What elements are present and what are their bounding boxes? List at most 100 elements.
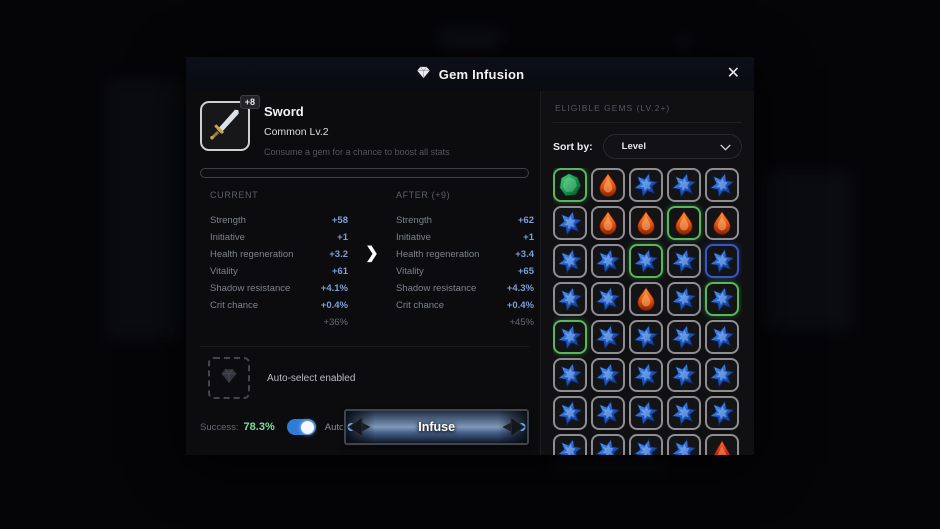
green-gem-slot[interactable] — [553, 168, 587, 202]
infuse-button[interactable]: Infuse — [344, 409, 529, 445]
item-description: Consume a gem for a chance to boost all … — [264, 147, 450, 157]
orange-gem-slot[interactable] — [591, 206, 625, 240]
blue-gem-slot[interactable] — [553, 244, 587, 278]
orange-gem-slot[interactable] — [629, 282, 663, 316]
auto-toggle[interactable] — [287, 419, 316, 435]
sword-icon — [206, 105, 244, 148]
item-icon: +8 — [200, 101, 250, 151]
stat-label: Vitality — [210, 266, 238, 277]
sort-by-label: Sort by: — [553, 141, 593, 153]
blue-gem-slot[interactable] — [705, 168, 739, 202]
stat-value: +0.4% — [507, 300, 534, 311]
stat-row: Strength+62 — [396, 212, 534, 229]
blue-gem-slot[interactable] — [629, 396, 663, 430]
stats-after-rows: Strength+62Initiative+1Health regenerati… — [396, 212, 534, 314]
stats-current-header: CURRENT — [210, 190, 348, 200]
blue-gem-slot[interactable] — [553, 282, 587, 316]
blue-gem-slot[interactable] — [591, 282, 625, 316]
item-info: Sword Common Lv.2 Consume a gem for a ch… — [264, 101, 450, 157]
item-rarity: Common Lv.2 — [264, 126, 450, 138]
stats-current-total: +36% — [210, 317, 348, 334]
button-ornament-right — [496, 415, 526, 439]
gem-placeholder-icon — [220, 367, 238, 390]
stat-label: Initiative — [210, 232, 245, 243]
blue-gem-slot[interactable] — [705, 282, 739, 316]
blue-gem-slot[interactable] — [667, 434, 701, 455]
item-header: +8 Sword Common Lv.2 Consume a gem for a… — [200, 101, 534, 157]
dialog-title: Gem Infusion — [416, 65, 524, 83]
blue-gem-slot[interactable] — [667, 282, 701, 316]
item-name: Sword — [264, 104, 450, 119]
enhancement-progress-bar — [200, 168, 529, 178]
stat-row: Health regeneration +3.4 — [396, 246, 534, 263]
stat-label: Crit chance — [396, 300, 444, 311]
orange-gem-slot[interactable] — [591, 168, 625, 202]
orange-gem-slot[interactable] — [667, 206, 701, 240]
stat-row: Strength+58 — [210, 212, 348, 229]
blue-gem-slot[interactable] — [667, 396, 701, 430]
stat-label: Health regeneration — [210, 249, 293, 260]
blue-gem-slot[interactable] — [667, 244, 701, 278]
chevron-down-icon — [720, 139, 731, 154]
stat-value: +0.4% — [321, 300, 348, 311]
blue-gem-slot[interactable] — [553, 206, 587, 240]
sort-row: Sort by: Level — [553, 134, 742, 159]
blue-gem-slot[interactable] — [591, 358, 625, 392]
blue-gem-slot[interactable] — [591, 244, 625, 278]
stat-label: Shadow resistance — [396, 283, 476, 294]
blue-gem-slot[interactable] — [591, 320, 625, 354]
blue-gem-slot[interactable] — [553, 320, 587, 354]
dimmed-background-title — [438, 30, 502, 48]
blue-gem-slot[interactable] — [667, 320, 701, 354]
blue-gem-slot[interactable] — [705, 244, 739, 278]
stat-label: Shadow resistance — [210, 283, 290, 294]
stat-row: Vitality +61 — [210, 263, 348, 280]
stat-value: +3.4 — [515, 249, 534, 260]
blue-gem-slot[interactable] — [667, 358, 701, 392]
sort-dropdown[interactable]: Level — [603, 134, 742, 159]
blue-gem-slot[interactable] — [705, 320, 739, 354]
stat-label: Strength — [396, 215, 432, 226]
red-gem-slot[interactable] — [705, 434, 739, 455]
infuse-button-label: Infuse — [418, 420, 455, 434]
stat-label: Health regeneration — [396, 249, 479, 260]
blue-gem-slot[interactable] — [705, 396, 739, 430]
dimmed-background-panel — [762, 170, 854, 330]
blue-gem-slot[interactable] — [553, 396, 587, 430]
orange-gem-slot[interactable] — [705, 206, 739, 240]
stat-value: +1 — [337, 232, 348, 243]
blue-gem-slot[interactable] — [591, 396, 625, 430]
stat-row: Shadow resistance +4.3% — [396, 280, 534, 297]
stat-value: +61 — [332, 266, 348, 277]
stat-value: +58 — [332, 215, 348, 226]
stats-current-column: CURRENT Strength+58 Initiative +1 Health re… — [210, 190, 348, 334]
toggle-knob — [301, 421, 314, 434]
stat-row: Health regeneration+3.2 — [210, 246, 348, 263]
blue-gem-slot[interactable] — [705, 358, 739, 392]
blue-gem-slot[interactable] — [629, 168, 663, 202]
auto-select-slot[interactable] — [208, 357, 250, 399]
blue-gem-slot[interactable] — [553, 358, 587, 392]
auto-toggle-label: Auto — [325, 422, 345, 433]
stat-label: Vitality — [396, 266, 424, 277]
stat-row: Crit chance+0.4% — [210, 297, 348, 314]
blue-gem-slot[interactable] — [629, 434, 663, 455]
stats-after-total: +45% — [396, 317, 534, 334]
button-ornament-left — [347, 415, 377, 439]
dimmed-background-sidebar — [106, 78, 186, 340]
stat-row: Vitality+65 — [396, 263, 534, 280]
close-button[interactable]: ✕ — [724, 63, 743, 85]
blue-gem-slot[interactable] — [629, 244, 663, 278]
gem-icon — [416, 65, 431, 83]
auto-select-label: Auto-select enabled — [267, 373, 355, 384]
dialog-header: Gem Infusion ✕ — [186, 57, 754, 91]
eligible-gems-panel: ELIGIBLE GEMS (LV.2+) Sort by: Level — [540, 91, 754, 455]
blue-gem-slot[interactable] — [591, 434, 625, 455]
orange-gem-slot[interactable] — [629, 206, 663, 240]
blue-gem-slot[interactable] — [629, 320, 663, 354]
stat-value: +4.3% — [507, 283, 534, 294]
blue-gem-slot[interactable] — [667, 168, 701, 202]
blue-gem-slot[interactable] — [553, 434, 587, 455]
stat-row: Crit chance +0.4% — [396, 297, 534, 314]
blue-gem-slot[interactable] — [629, 358, 663, 392]
